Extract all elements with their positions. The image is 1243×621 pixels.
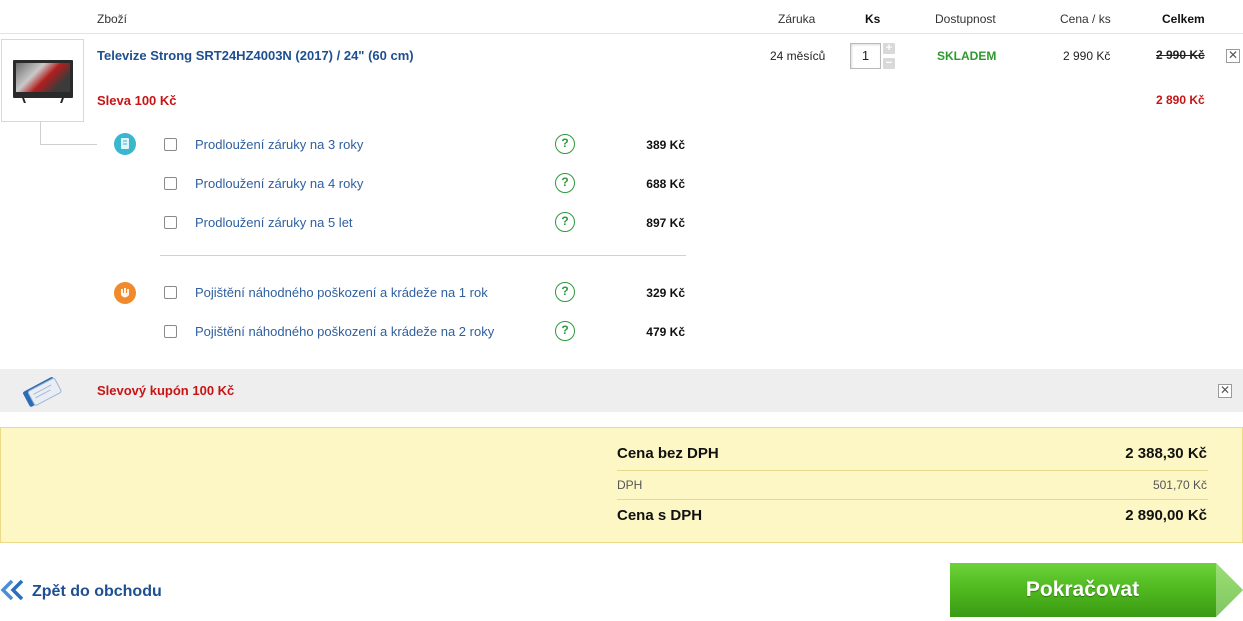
price-without-vat-label: Cena bez DPH bbox=[617, 445, 719, 462]
insurance-2y-checkbox[interactable] bbox=[164, 325, 177, 338]
tree-connector bbox=[40, 122, 41, 144]
price-with-vat-label: Cena s DPH bbox=[617, 507, 703, 524]
coupon-ticket-icon bbox=[20, 374, 64, 408]
original-total-price: 2 990 Kč bbox=[1156, 48, 1205, 62]
vat-value: 501,70 Kč bbox=[1152, 478, 1207, 492]
options-divider bbox=[160, 255, 686, 256]
tv-image bbox=[13, 60, 73, 103]
warranty-5y-checkbox[interactable] bbox=[164, 216, 177, 229]
help-icon[interactable]: ? bbox=[555, 321, 575, 341]
quantity-input[interactable]: 1 bbox=[850, 43, 881, 69]
insurance-1y-label[interactable]: Pojištění náhodného poškození a krádeže … bbox=[195, 285, 488, 300]
quantity-decrease-button[interactable]: − bbox=[883, 58, 895, 69]
unit-price: 2 990 Kč bbox=[1063, 49, 1111, 63]
back-to-shop-link[interactable]: Zpět do obchodu bbox=[0, 578, 162, 606]
help-icon[interactable]: ? bbox=[555, 282, 575, 302]
help-icon[interactable]: ? bbox=[555, 134, 575, 154]
warranty-3y-label[interactable]: Prodloužení záruky na 3 roky bbox=[195, 137, 363, 152]
price-with-vat-value: 2 890,00 Kč bbox=[1125, 507, 1207, 524]
price-without-vat-value: 2 388,30 Kč bbox=[1125, 445, 1207, 462]
warranty-3y-checkbox[interactable] bbox=[164, 138, 177, 151]
warranty-5y-price: 897 Kč bbox=[646, 216, 685, 230]
warranty-4y-price: 688 Kč bbox=[646, 177, 685, 191]
column-header-availability: Dostupnost bbox=[935, 12, 996, 26]
column-header-total: Celkem bbox=[1162, 12, 1205, 26]
back-to-shop-label: Zpět do obchodu bbox=[32, 583, 162, 600]
insurance-hand-icon bbox=[114, 282, 136, 304]
column-header-warranty: Záruka bbox=[778, 12, 816, 26]
coupon-label: Slevový kupón 100 Kč bbox=[97, 383, 235, 398]
double-chevron-left-icon bbox=[0, 578, 26, 607]
warranty-5y-label[interactable]: Prodloužení záruky na 5 let bbox=[195, 215, 353, 230]
header-divider bbox=[0, 33, 1243, 34]
summary-divider bbox=[617, 499, 1208, 500]
warranty-shield-icon bbox=[114, 133, 136, 155]
insurance-1y-checkbox[interactable] bbox=[164, 286, 177, 299]
summary-divider bbox=[617, 470, 1208, 471]
product-thumbnail[interactable] bbox=[1, 39, 84, 122]
help-icon[interactable]: ? bbox=[555, 212, 575, 232]
product-name-link[interactable]: Televize Strong SRT24HZ4003N (2017) / 24… bbox=[97, 48, 414, 63]
insurance-2y-label[interactable]: Pojištění náhodného poškození a krádeže … bbox=[195, 324, 494, 339]
warranty-4y-checkbox[interactable] bbox=[164, 177, 177, 190]
warranty-4y-label[interactable]: Prodloužení záruky na 4 roky bbox=[195, 176, 363, 191]
discount-label: Sleva 100 Kč bbox=[97, 93, 177, 108]
tree-connector bbox=[40, 144, 97, 145]
insurance-2y-price: 479 Kč bbox=[646, 325, 685, 339]
continue-button[interactable]: Pokračovat bbox=[950, 563, 1243, 617]
warranty-3y-price: 389 Kč bbox=[646, 138, 685, 152]
column-header-quantity: Ks bbox=[865, 12, 881, 26]
column-header-unit-price: Cena / ks bbox=[1060, 12, 1111, 26]
remove-product-button[interactable]: ✕ bbox=[1226, 49, 1240, 63]
insurance-1y-price: 329 Kč bbox=[646, 286, 685, 300]
continue-label: Pokračovat bbox=[1025, 578, 1140, 601]
discounted-total-price: 2 890 Kč bbox=[1156, 93, 1205, 107]
help-icon[interactable]: ? bbox=[555, 173, 575, 193]
remove-coupon-button[interactable]: ✕ bbox=[1218, 384, 1232, 398]
product-warranty: 24 měsíců bbox=[770, 49, 826, 63]
vat-label: DPH bbox=[617, 478, 643, 492]
column-header-product: Zboží bbox=[97, 12, 128, 26]
quantity-increase-button[interactable]: + bbox=[883, 43, 895, 54]
availability-status: SKLADEM bbox=[937, 49, 997, 63]
